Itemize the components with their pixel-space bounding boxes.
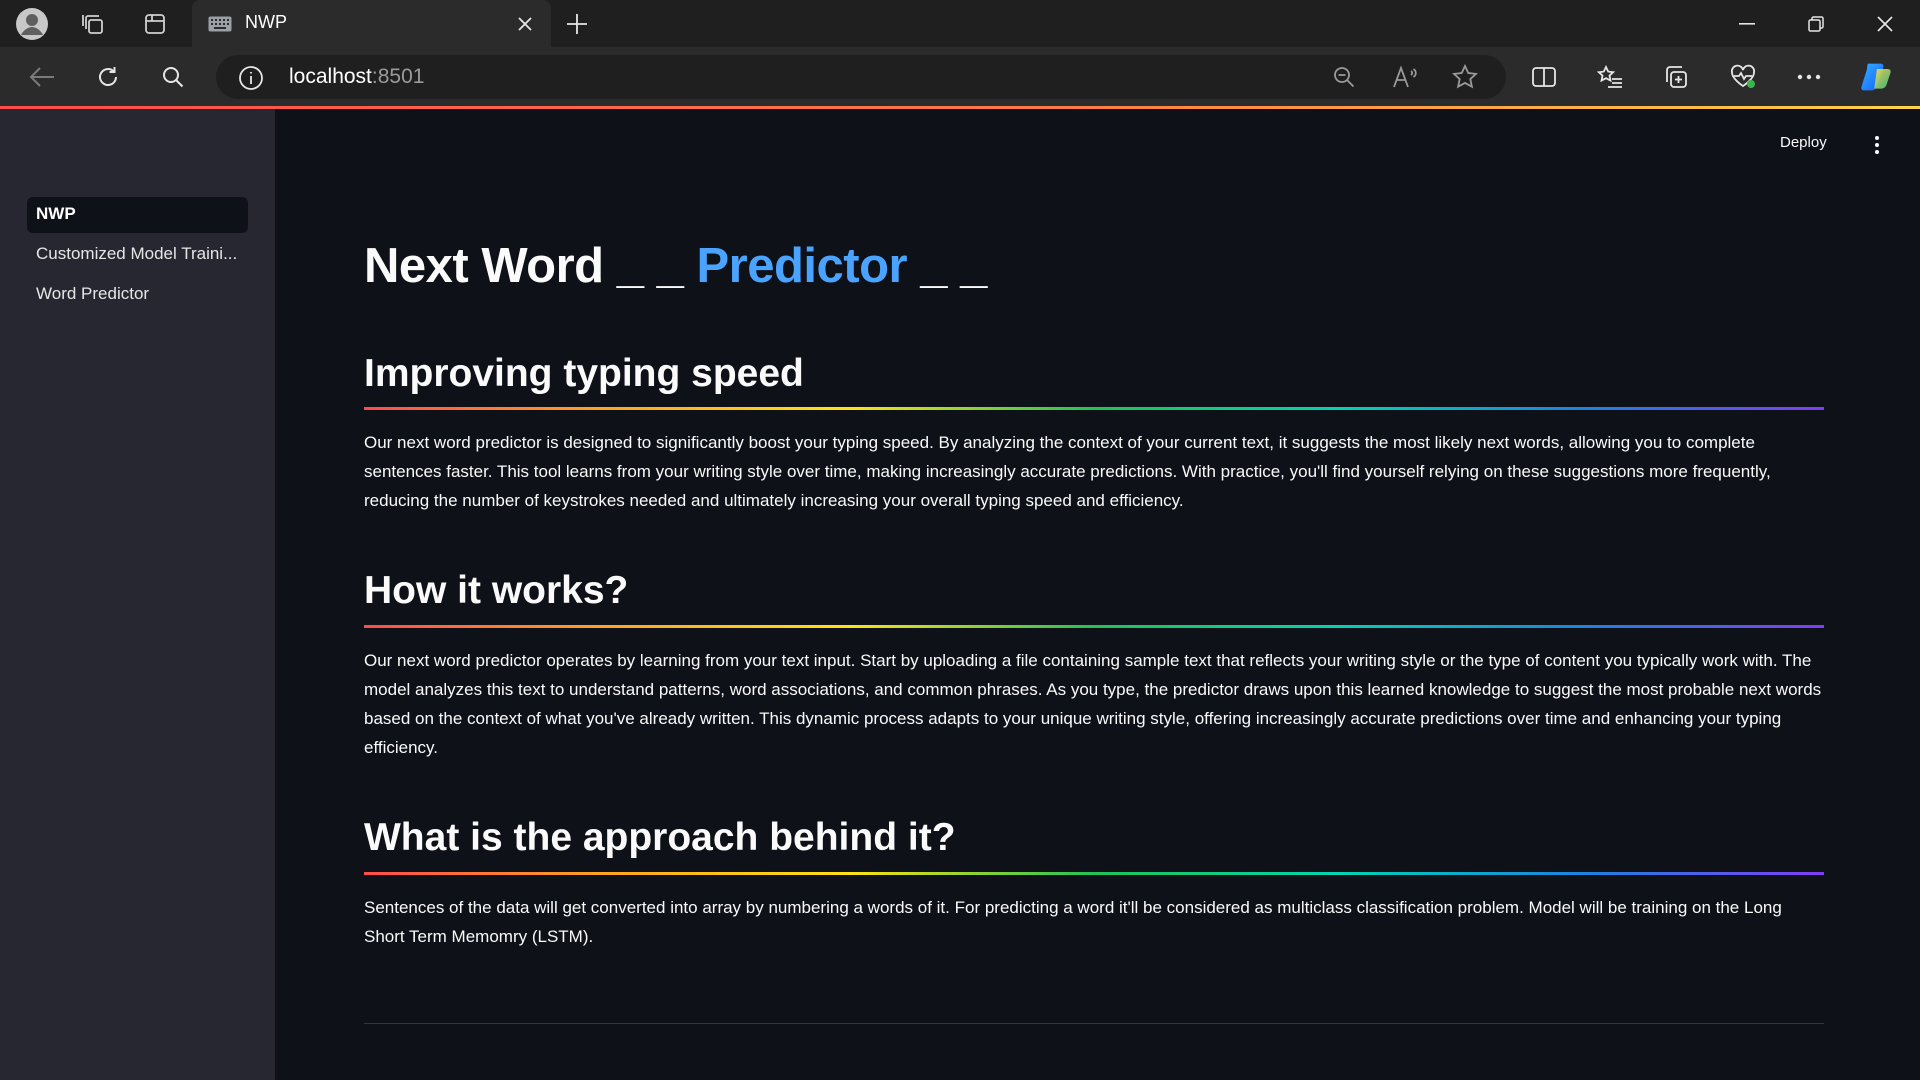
section-heading-how-it-works: How it works? — [364, 569, 629, 612]
rainbow-divider — [364, 872, 1824, 875]
deploy-button[interactable]: Deploy — [1780, 134, 1827, 151]
address-bar[interactable]: localhost:8501 — [216, 55, 1506, 99]
browser-tab-strip: NWP — [0, 0, 1920, 47]
new-tab-icon[interactable] — [561, 8, 593, 40]
split-screen-icon[interactable] — [1527, 60, 1561, 94]
page-title: Next Word _ _ Predictor _ _ — [364, 238, 987, 294]
workspaces-icon[interactable] — [77, 8, 109, 40]
section-heading-approach: What is the approach behind it? — [364, 816, 956, 859]
sidebar: NWP Customized Model Traini... Word Pred… — [0, 109, 275, 1080]
title-accent: Predictor — [696, 239, 908, 293]
tab-close-icon[interactable] — [511, 10, 539, 38]
collections-icon[interactable] — [1659, 60, 1693, 94]
sidebar-item-label: Customized Model Traini... — [36, 244, 238, 263]
main-menu-icon[interactable] — [1866, 132, 1888, 158]
keyboard-favicon-icon — [208, 16, 232, 37]
browser-toolbar: localhost:8501 — [0, 47, 1920, 106]
sidebar-item-word-predictor[interactable]: Word Predictor — [27, 277, 248, 313]
sidebar-item-customized-model-training[interactable]: Customized Model Traini... — [27, 237, 248, 273]
section-text-approach: Sentences of the data will get converted… — [364, 898, 1782, 946]
tab-title: NWP — [245, 12, 287, 32]
horizontal-rule — [364, 1023, 1824, 1024]
read-aloud-icon[interactable] — [1390, 62, 1420, 92]
address-host: localhost — [289, 65, 372, 88]
sidebar-item-nwp[interactable]: NWP — [27, 197, 248, 233]
browser-tab[interactable]: NWP — [192, 0, 551, 47]
browser-essentials-icon[interactable] — [1726, 60, 1760, 94]
address-port: :8501 — [371, 65, 425, 88]
section-heading-improving-typing-speed: Improving typing speed — [364, 352, 804, 395]
minimize-icon[interactable] — [1712, 0, 1782, 47]
restore-icon[interactable] — [1781, 0, 1851, 47]
title-part-2: _ _ — [920, 239, 987, 293]
copilot-icon[interactable] — [1859, 60, 1893, 94]
rainbow-divider — [364, 625, 1824, 628]
back-icon[interactable] — [26, 61, 58, 93]
rainbow-divider — [364, 407, 1824, 410]
tab-actions-icon[interactable] — [139, 8, 171, 40]
sidebar-item-label: NWP — [36, 204, 76, 223]
search-icon[interactable] — [157, 61, 189, 93]
site-info-icon[interactable] — [238, 65, 264, 96]
close-window-icon[interactable] — [1850, 0, 1920, 47]
section-text-improving-typing-speed: Our next word predictor is designed to s… — [364, 433, 1771, 510]
more-options-icon[interactable] — [1792, 60, 1826, 94]
profile-avatar-icon[interactable] — [16, 8, 48, 40]
refresh-icon[interactable] — [92, 61, 124, 93]
address-url[interactable]: localhost:8501 — [289, 65, 424, 89]
section-text-how-it-works: Our next word predictor operates by lear… — [364, 651, 1822, 757]
sidebar-item-label: Word Predictor — [36, 284, 150, 303]
zoom-out-icon[interactable] — [1329, 62, 1359, 92]
favorite-star-icon[interactable] — [1450, 62, 1480, 92]
favorites-icon[interactable] — [1593, 60, 1627, 94]
title-part-1: Next Word _ _ — [364, 239, 684, 293]
